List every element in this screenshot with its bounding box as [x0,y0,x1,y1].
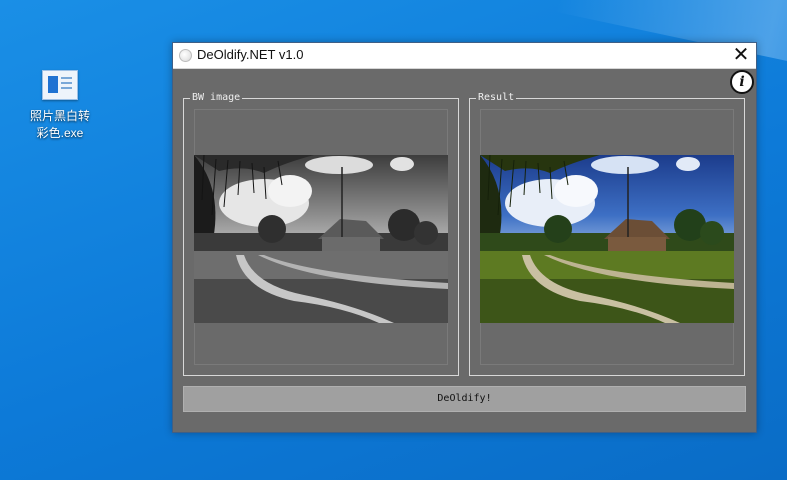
window-title: DeOldify.NET v1.0 [197,47,304,62]
desktop-icon-label-line2: 彩色.exe [36,126,84,140]
info-icon: i [739,74,745,90]
desktop-icon-label-line1: 照片黑白转 [29,109,90,123]
deoldify-button[interactable]: DeOldify! [183,386,746,412]
app-circle-icon [179,49,192,62]
bw-image-label: BW image [190,91,243,105]
app-window-icon [42,70,78,100]
bw-photo[interactable] [194,155,448,323]
desktop-icon-app[interactable]: 照片黑白转 彩色.exe [24,66,96,142]
deoldify-window: DeOldify.NET v1.0 ✕ i BW image Result De… [172,42,757,433]
close-button[interactable]: ✕ [726,43,756,68]
info-button[interactable]: i [730,70,754,94]
result-label: Result [476,91,517,105]
desktop-icon-label: 照片黑白转 彩色.exe [24,108,96,142]
close-icon: ✕ [732,44,750,66]
result-group: Result [469,91,745,376]
result-photo[interactable] [480,155,734,323]
title-bar[interactable]: DeOldify.NET v1.0 ✕ [173,43,756,69]
bw-image-group: BW image [183,91,459,376]
